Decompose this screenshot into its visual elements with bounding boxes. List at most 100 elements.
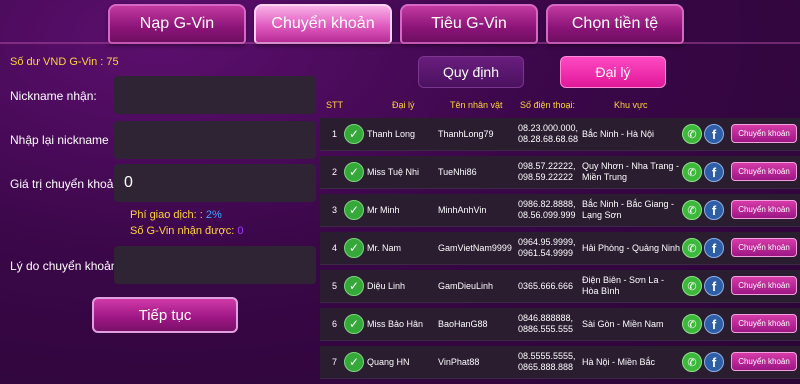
phone-call-icon[interactable]: ✆ — [682, 162, 702, 182]
phone-call-icon[interactable]: ✆ — [682, 200, 702, 220]
facebook-icon[interactable]: f — [704, 352, 724, 372]
facebook-icon[interactable]: f — [704, 238, 724, 258]
transfer-form: Số dư VND G-Vin : 75 Nickname nhận: Nhập… — [0, 44, 320, 384]
table-row: 6 ✓ Miss Bảo Hân BaoHanG88 0846.888888, … — [320, 308, 800, 341]
phone-call-icon[interactable]: ✆ — [682, 314, 702, 334]
area: Bắc Ninh - Bắc Giang - Lạng Sơn — [582, 199, 675, 220]
header-phone: Số điện thoại: — [520, 100, 576, 110]
fee-label: Phí giao dịch: : — [130, 209, 203, 221]
transfer-button[interactable]: Chuyển khoản — [731, 314, 797, 333]
row-stt: 4 — [332, 243, 338, 253]
area: Hà Nội - Miền Bắc — [582, 357, 656, 367]
character-name: BaoHanG88 — [438, 319, 488, 329]
receive-row: Số G-Vin nhận được: 0 — [130, 225, 243, 237]
agent-name: Thanh Long — [367, 129, 416, 139]
area: Quy Nhơn - Nha Trang - Miền Trung — [582, 161, 679, 182]
verified-shield-icon: ✓ — [344, 162, 364, 182]
facebook-icon[interactable]: f — [704, 162, 724, 182]
verified-shield-icon: ✓ — [344, 124, 364, 144]
amount-label: Giá trị chuyển khoản — [10, 177, 121, 191]
facebook-icon[interactable]: f — [704, 200, 724, 220]
table-row: 7 ✓ Quang HN VinPhat88 08.5555.5555, 086… — [320, 346, 800, 379]
facebook-icon[interactable]: f — [704, 314, 724, 334]
transfer-button[interactable]: Chuyển khoản — [731, 200, 797, 219]
transfer-button[interactable]: Chuyển khoản — [731, 124, 797, 143]
agent-name: Miss Tuệ Nhi — [367, 167, 420, 177]
fee-value: 2% — [205, 209, 222, 221]
reason-label: Lý do chuyển khoản — [10, 259, 118, 273]
phone-number: 0964.95.9999, 0961.54.9999 — [518, 237, 576, 258]
area: Điện Biên - Sơn La - Hòa Bình — [582, 275, 664, 296]
phone-number: 0846.888888, 0886.555.555 — [518, 313, 574, 334]
verified-shield-icon: ✓ — [344, 238, 364, 258]
table-header: STT Đại lý Tên nhân vật Số điện thoại: K… — [320, 100, 800, 116]
phone-number: 08.23.000.000, 08.28.68.68.68 — [518, 123, 579, 144]
fee-row: Phí giao dịch: : 2% — [130, 209, 222, 221]
agent-name: Diệu Linh — [367, 281, 406, 291]
verified-shield-icon: ✓ — [344, 200, 364, 220]
table-row: 2 ✓ Miss Tuệ Nhi TueNhi86 098.57.22222, … — [320, 156, 800, 189]
row-stt: 2 — [332, 167, 338, 177]
tab-spend[interactable]: Tiêu G-Vin — [400, 4, 538, 44]
tab-transfer[interactable]: Chuyển khoản — [254, 4, 392, 44]
area: Hải Phòng - Quảng Ninh — [582, 243, 681, 253]
header-stt: STT — [326, 100, 343, 110]
character-name: TueNhi86 — [438, 167, 477, 177]
character-name: GamDieuLinh — [438, 281, 494, 291]
row-stt: 1 — [332, 129, 338, 139]
table-row: 5 ✓ Diệu Linh GamDieuLinh 0365.666.666 Đ… — [320, 270, 800, 303]
continue-button[interactable]: Tiếp tục — [92, 297, 238, 333]
row-stt: 7 — [332, 357, 338, 367]
header-area: Khu vực — [614, 100, 648, 110]
facebook-icon[interactable]: f — [704, 276, 724, 296]
phone-number: 0365.666.666 — [518, 281, 574, 291]
table-row: 3 ✓ Mr Minh MinhAnhVin 0986.82.8888, 08.… — [320, 194, 800, 227]
transfer-button[interactable]: Chuyển khoản — [731, 238, 797, 257]
receive-label: Số G-Vin nhận được: — [130, 225, 235, 237]
tab-deposit[interactable]: Nạp G-Vin — [108, 4, 246, 44]
reason-input[interactable] — [114, 246, 316, 284]
tab-agents[interactable]: Đại lý — [560, 56, 666, 88]
balance-text: Số dư VND G-Vin : 75 — [10, 56, 119, 68]
phone-number: 08.5555.5555, 0865.888.888 — [518, 351, 576, 372]
renickname-label: Nhập lại nickname — [10, 133, 109, 147]
nickname-label: Nickname nhận: — [10, 89, 97, 103]
agent-name: Mr. Nam — [367, 243, 402, 253]
top-tab-bar: Nạp G-Vin Chuyển khoản Tiêu G-Vin Chọn t… — [108, 4, 684, 44]
character-name: MinhAnhVin — [438, 205, 487, 215]
phone-call-icon[interactable]: ✆ — [682, 124, 702, 144]
phone-call-icon[interactable]: ✆ — [682, 238, 702, 258]
tab-rules[interactable]: Quy định — [418, 56, 524, 88]
row-stt: 5 — [332, 281, 338, 291]
transfer-button[interactable]: Chuyển khoản — [731, 162, 797, 181]
transfer-button[interactable]: Chuyển khoản — [731, 276, 797, 295]
table-row: 1 ✓ Thanh Long ThanhLong79 08.23.000.000… — [320, 118, 800, 151]
amount-input[interactable] — [114, 164, 316, 202]
table-row: 4 ✓ Mr. Nam GamVietNam9999 0964.95.9999,… — [320, 232, 800, 265]
verified-shield-icon: ✓ — [344, 352, 364, 372]
row-stt: 3 — [332, 205, 338, 215]
tab-currency[interactable]: Chọn tiền tệ — [546, 4, 684, 44]
area: Sài Gòn - Miền Nam — [582, 319, 664, 329]
verified-shield-icon: ✓ — [344, 314, 364, 334]
phone-call-icon[interactable]: ✆ — [682, 352, 702, 372]
agent-name: Mr Minh — [367, 205, 400, 215]
facebook-icon[interactable]: f — [704, 124, 724, 144]
transfer-button[interactable]: Chuyển khoản — [731, 352, 797, 371]
nickname-input[interactable] — [114, 76, 316, 114]
renickname-input[interactable] — [114, 121, 316, 159]
character-name: ThanhLong79 — [438, 129, 494, 139]
agent-name: Miss Bảo Hân — [367, 319, 424, 329]
agent-panel: Quy định Đại lý STT Đại lý Tên nhân vật … — [320, 44, 800, 384]
receive-value: 0 — [237, 225, 244, 237]
area: Bắc Ninh - Hà Nội — [582, 129, 655, 139]
verified-shield-icon: ✓ — [344, 276, 364, 296]
header-character: Tên nhân vật — [450, 100, 503, 110]
phone-call-icon[interactable]: ✆ — [682, 276, 702, 296]
row-stt: 6 — [332, 319, 338, 329]
character-name: VinPhat88 — [438, 357, 480, 367]
character-name: GamVietNam9999 — [438, 243, 512, 253]
phone-number: 0986.82.8888, 08.56.099.999 — [518, 199, 576, 220]
agent-name: Quang HN — [367, 357, 410, 367]
header-agent: Đại lý — [392, 100, 415, 110]
